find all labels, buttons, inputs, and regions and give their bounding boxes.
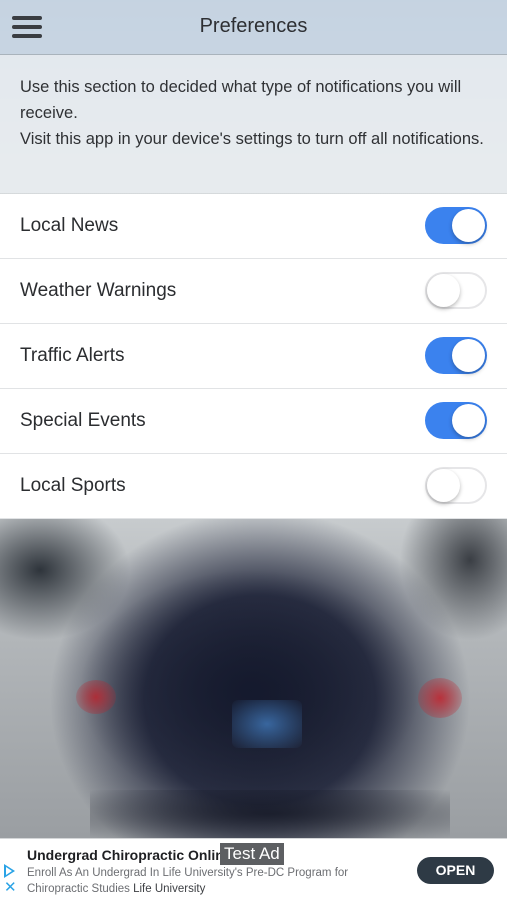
ad-banner[interactable]: ✕ Undergrad Chiropractic Online Test Ad … (0, 838, 507, 901)
toggle-knob (452, 404, 485, 437)
setting-label: Special Events (20, 410, 146, 431)
intro-text-device-settings: Visit this app in your device's settings… (20, 130, 484, 148)
setting-row-traffic-alerts: Traffic Alerts (0, 324, 507, 389)
setting-row-weather-warnings: Weather Warnings (0, 259, 507, 324)
ad-open-button[interactable]: OPEN (417, 857, 494, 884)
toggle-knob (452, 209, 485, 242)
page-title: Preferences (199, 15, 308, 37)
setting-label: Local News (20, 215, 119, 236)
background-license-plate (232, 700, 302, 748)
toggle-knob (452, 339, 485, 372)
ad-advertiser: Life University (133, 883, 206, 895)
ad-description: Enroll As An Undergrad In Life Universit… (27, 865, 387, 897)
setting-row-local-news: Local News (0, 194, 507, 259)
weather-warnings-toggle[interactable] (425, 272, 487, 309)
toggle-knob (427, 274, 460, 307)
intro-text-notifications: Use this section to decided what type of… (20, 78, 462, 122)
setting-row-local-sports: Local Sports (0, 454, 507, 519)
background-car-taillight-left (76, 680, 116, 714)
background-car-bumper (90, 790, 450, 838)
special-events-toggle[interactable] (425, 402, 487, 439)
navigation-bar: Preferences (0, 0, 507, 55)
background-car-taillight-right (418, 678, 462, 718)
setting-row-special-events: Special Events (0, 389, 507, 454)
setting-label: Traffic Alerts (20, 345, 125, 366)
intro-section: Use this section to decided what type of… (0, 55, 507, 193)
setting-label: Weather Warnings (20, 280, 177, 301)
local-sports-toggle[interactable] (425, 467, 487, 504)
toggle-knob (427, 469, 460, 502)
setting-label: Local Sports (20, 475, 126, 496)
ad-close-icon[interactable]: ✕ (4, 880, 17, 896)
traffic-alerts-toggle[interactable] (425, 337, 487, 374)
notification-settings-list: Local News Weather Warnings Traffic Aler… (0, 194, 507, 519)
local-news-toggle[interactable] (425, 207, 487, 244)
ad-title[interactable]: Undergrad Chiropractic Online (27, 847, 227, 863)
test-ad-badge: Test Ad (220, 843, 284, 865)
ad-choices-play-icon[interactable] (4, 864, 15, 878)
